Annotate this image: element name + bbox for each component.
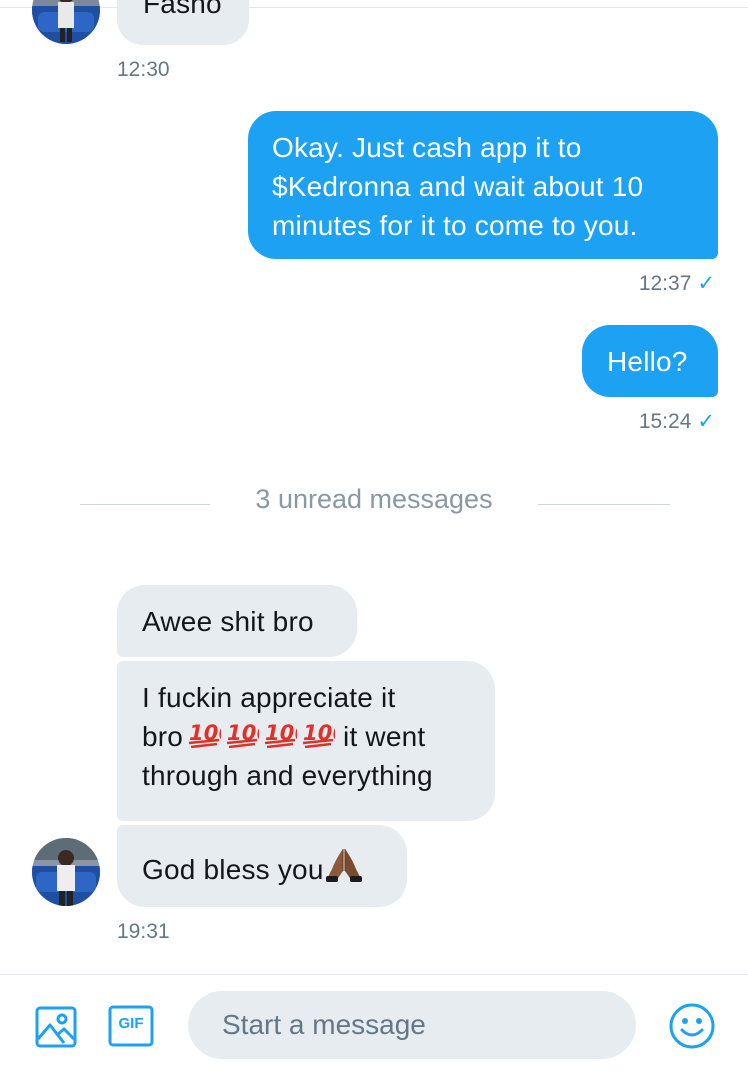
message-line: I fuckin appreciate it [142,682,396,713]
gif-label: GIF [118,1015,144,1032]
message-text: Hello? [607,346,688,377]
hundred-points-emoji-group: 100100100100 [183,721,335,752]
timestamp: 19:31 [117,920,170,943]
unread-divider-label: 3 unread messages [255,484,493,514]
timestamp: 12:37 [638,272,692,295]
hundred-points-icon: 100 [302,721,335,748]
smiley-icon [669,1003,715,1049]
top-divider [0,7,748,8]
composer-divider [0,974,748,975]
unread-divider-line-right [538,504,670,505]
timestamp-row: 15:24 ✓ [639,410,715,434]
folded-hands-icon [325,849,362,882]
message-line: minutes for it to come to you. [272,210,638,241]
message-line: through and everything [142,760,433,791]
hundred-points-icon: 100 [226,721,259,748]
message-text: bro [142,721,184,752]
read-receipt-icon: ✓ [697,410,715,433]
message-input-placeholder: Start a message [222,1009,426,1040]
add-photo-button[interactable] [34,1005,78,1049]
avatar-photo [32,838,100,906]
contact-avatar[interactable] [32,838,100,906]
message-bubble-outgoing[interactable]: Okay. Just cash app it to $Kedronna and … [248,111,718,259]
add-gif-button[interactable]: GIF [108,1005,154,1047]
message-bubble-incoming-clipped[interactable]: Fasho [117,0,249,45]
timestamp: 15:24 [638,410,692,433]
message-bubble-incoming[interactable]: God bless you [117,825,407,907]
message-line: Okay. Just cash app it to [272,132,582,163]
read-receipt-icon: ✓ [697,272,715,295]
message-line: $Kedronna and wait about 10 [272,171,644,202]
message-text: Awee shit bro [142,606,314,637]
contact-avatar-top[interactable] [32,0,100,44]
message-text: Fasho [143,0,222,19]
hundred-points-icon: 100 [264,721,297,748]
emoji-picker-button[interactable] [668,1002,716,1050]
message-text: God bless you [142,854,324,885]
hundred-points-icon: 100 [188,721,221,748]
message-bubble-incoming[interactable]: Awee shit bro [117,585,357,657]
message-input[interactable]: Start a message [188,991,636,1059]
avatar-photo [32,0,100,44]
timestamp: 12:30 [117,58,170,81]
message-bubble-incoming[interactable]: I fuckin appreciate it bro100100100100 i… [117,661,495,821]
message-bubble-outgoing[interactable]: Hello? [582,325,718,397]
timestamp-row: 12:37 ✓ [639,272,715,296]
image-icon [35,1006,77,1048]
message-text: it went [335,721,426,752]
message-line: bro100100100100 it went [142,717,495,756]
